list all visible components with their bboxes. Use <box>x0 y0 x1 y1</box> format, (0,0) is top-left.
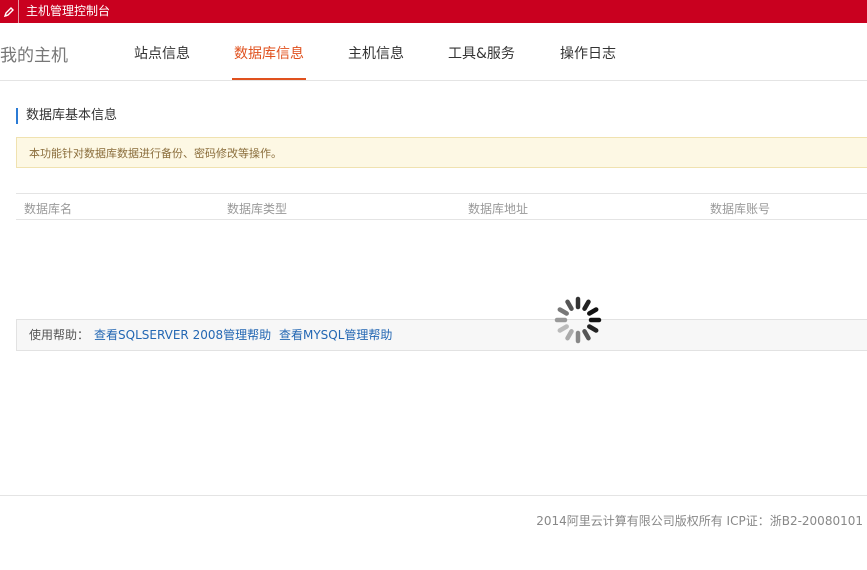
section-title: 数据库基本信息 <box>16 108 117 124</box>
column-header-db-account: 数据库账号 <box>710 202 771 216</box>
top-bar: 主机管理控制台 <box>0 0 867 23</box>
tab-host-info[interactable]: 主机信息 <box>348 43 404 63</box>
help-label: 使用帮助： <box>29 328 90 342</box>
sqlserver-help-link[interactable]: 查看SQLSERVER 2008管理帮助 <box>94 320 271 350</box>
loading-spinner-icon <box>554 296 602 344</box>
info-notice: 本功能针对数据库数据进行备份、密码修改等操作。 <box>16 137 867 168</box>
main-nav: 我的主机 站点信息 数据库信息 主机信息 工具&服务 操作日志 <box>0 23 867 81</box>
tab-tools-services[interactable]: 工具&服务 <box>448 43 515 63</box>
tab-database-info[interactable]: 数据库信息 <box>234 43 304 63</box>
brand-title[interactable]: 我的主机 <box>0 41 68 66</box>
footer-copyright: 2014阿里云计算有限公司版权所有 ICP证：浙B2-20080101 <box>536 514 863 528</box>
pen-logo-icon[interactable] <box>0 0 19 23</box>
column-header-db-type: 数据库类型 <box>227 202 288 216</box>
column-header-db-name: 数据库名 <box>24 202 73 216</box>
column-header-db-address: 数据库地址 <box>468 202 529 216</box>
mysql-help-link[interactable]: 查看MYSQL管理帮助 <box>279 320 392 350</box>
app-title: 主机管理控制台 <box>26 4 111 18</box>
help-bar: 使用帮助： 查看SQLSERVER 2008管理帮助 查看MYSQL管理帮助 <box>16 319 867 351</box>
footer-divider <box>0 495 867 496</box>
active-tab-indicator <box>232 78 306 80</box>
tab-operation-log[interactable]: 操作日志 <box>560 43 616 63</box>
tab-site-info[interactable]: 站点信息 <box>134 43 190 63</box>
database-table-header: 数据库名 数据库类型 数据库地址 数据库账号 <box>16 193 867 220</box>
